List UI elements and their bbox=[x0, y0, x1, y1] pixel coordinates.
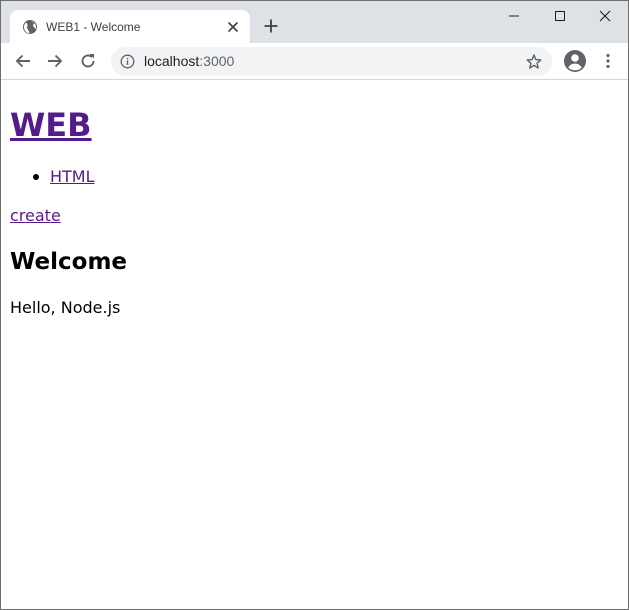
list-item: HTML bbox=[10, 166, 95, 188]
address-bar[interactable]: localhost:3000 bbox=[111, 47, 552, 76]
browser-tab[interactable]: WEB1 - Welcome bbox=[10, 10, 250, 43]
plus-icon[interactable] bbox=[260, 15, 282, 37]
account-circle-icon[interactable] bbox=[563, 49, 587, 73]
minimize-button[interactable] bbox=[491, 1, 537, 31]
page-content: WEB HTML create Welcome Hello, Node.js bbox=[1, 81, 628, 609]
window-close-button[interactable] bbox=[582, 1, 628, 31]
close-icon bbox=[599, 10, 611, 22]
more-vert-icon[interactable] bbox=[598, 51, 618, 71]
topic-list: HTML bbox=[10, 166, 95, 188]
maximize-button[interactable] bbox=[537, 1, 583, 31]
star-icon[interactable] bbox=[525, 53, 543, 71]
maximize-icon bbox=[555, 11, 565, 21]
page-title: Welcome bbox=[10, 249, 128, 275]
page-body-text: Hello, Node.js bbox=[10, 298, 121, 317]
tab-title: WEB1 - Welcome bbox=[46, 20, 141, 34]
url-text[interactable]: localhost:3000 bbox=[144, 53, 234, 70]
browser-window: WEB1 - Welcome localhost:3000 WEB HTML c… bbox=[0, 0, 629, 610]
topic-link-html[interactable]: HTML bbox=[50, 167, 95, 186]
minimize-icon bbox=[509, 15, 519, 17]
home-link[interactable]: WEB bbox=[10, 106, 92, 144]
url-port: :3000 bbox=[199, 53, 235, 69]
list-bullet bbox=[33, 174, 39, 180]
tab-strip: WEB1 - Welcome bbox=[1, 1, 628, 43]
tab-close-icon[interactable] bbox=[225, 19, 241, 35]
page-heading: WEB bbox=[10, 105, 92, 145]
globe-icon bbox=[23, 20, 37, 34]
back-arrow-icon[interactable] bbox=[13, 51, 33, 71]
reload-icon[interactable] bbox=[78, 51, 98, 71]
info-icon[interactable] bbox=[120, 54, 135, 69]
url-host: localhost bbox=[144, 53, 200, 69]
create-link[interactable]: create bbox=[10, 205, 61, 227]
browser-toolbar: localhost:3000 bbox=[1, 43, 628, 80]
forward-arrow-icon[interactable] bbox=[45, 51, 65, 71]
